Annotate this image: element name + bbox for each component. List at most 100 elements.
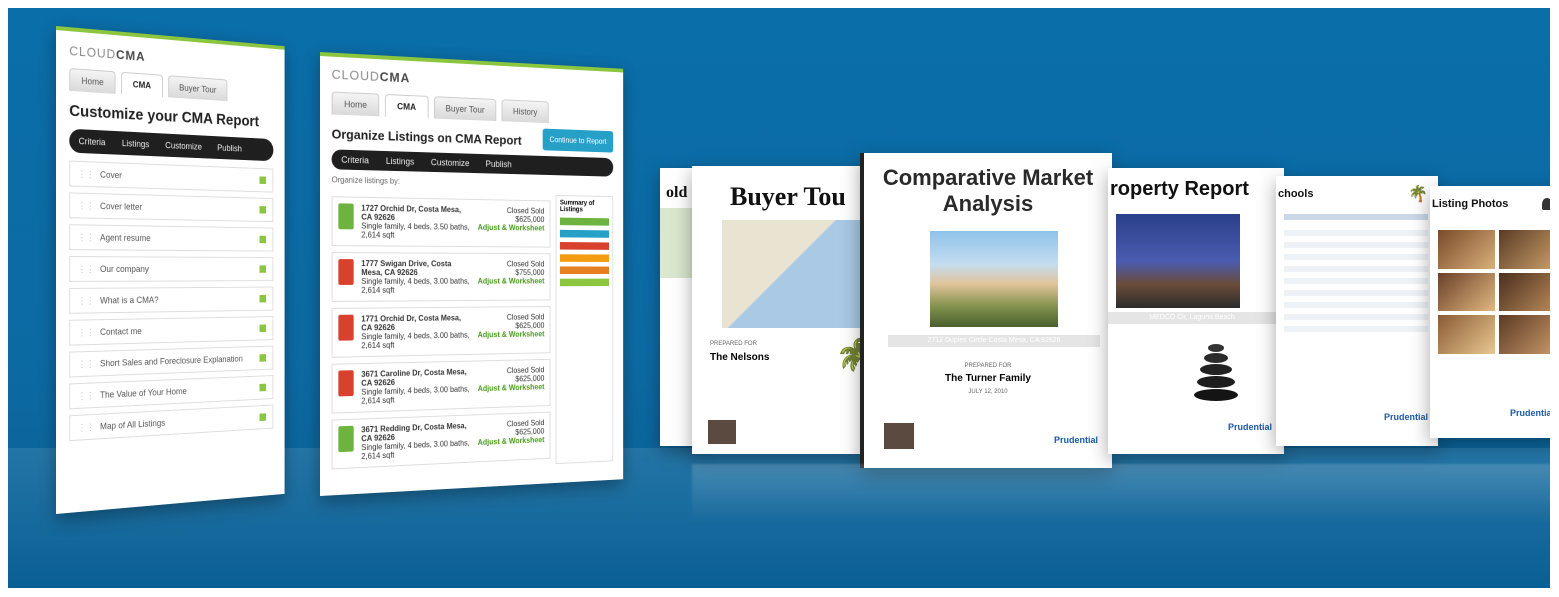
section-label: The Value of Your Home	[99, 385, 187, 400]
avatar	[708, 420, 736, 444]
edit-icon[interactable]	[259, 294, 267, 303]
prepared-for-label: PREPARED FOR	[710, 341, 757, 347]
adjust-link[interactable]: Adjust & Worksheet	[478, 223, 545, 232]
listing-price: $755,000	[515, 268, 545, 277]
step-listings[interactable]: Listings	[122, 138, 149, 149]
edit-icon[interactable]	[259, 324, 267, 333]
page-title: Customize your CMA Report	[69, 102, 259, 131]
section-row[interactable]: ⋮⋮ Map of All Listings	[69, 404, 274, 442]
listing-photo	[1499, 230, 1550, 269]
listing-address: 1777 Swigan Drive, Costa Mesa, CA 92626	[361, 259, 452, 277]
section-list: ⋮⋮ Cover ⋮⋮ Cover letter ⋮⋮ Agent resume ⋮⋮…	[69, 160, 274, 442]
step-customize[interactable]: Customize	[431, 157, 470, 168]
listing-detail: Single family, 4 beds, 3.00 baths, 2,614…	[361, 276, 470, 295]
adjust-link[interactable]: Adjust & Worksheet	[478, 330, 545, 340]
section-row[interactable]: ⋮⋮ Contact me	[69, 316, 274, 346]
listing-detail: Single family, 4 beds, 3.00 baths, 2,614…	[361, 384, 470, 406]
stacked-stones-image	[1194, 344, 1240, 402]
edit-icon[interactable]	[259, 265, 267, 273]
section-row[interactable]: ⋮⋮ Cover letter	[69, 192, 274, 223]
section-label: What is a CMA?	[99, 294, 159, 305]
property-address: MEDCO Cir, Laguna Beach	[1108, 312, 1276, 324]
cloudcma-logo: CLOUDCMA	[331, 66, 411, 86]
summary-bar	[559, 229, 610, 238]
edit-icon[interactable]	[259, 176, 267, 185]
step-publish[interactable]: Publish	[486, 159, 512, 169]
tab-history[interactable]: History	[501, 99, 549, 124]
step-listings[interactable]: Listings	[386, 156, 414, 167]
listing-detail: Single family, 4 beds, 3.00 baths, 2,614…	[361, 438, 470, 462]
summary-panel: Summary of Listings	[555, 194, 614, 465]
listing-row[interactable]: 3671 Caroline Dr, Costa Mesa, CA 92626 Si…	[331, 358, 551, 414]
edit-icon[interactable]	[259, 354, 267, 362]
continue-button[interactable]: Continue to Report	[542, 128, 614, 153]
listing-photos-page: Listing Photos Prudential	[1430, 186, 1550, 438]
adjust-link[interactable]: Adjust & Worksheet	[478, 383, 545, 394]
listing-photo	[1438, 230, 1495, 269]
listing-row[interactable]: 1777 Swigan Drive, Costa Mesa, CA 92626 S…	[331, 252, 551, 302]
tab-home[interactable]: Home	[331, 91, 380, 117]
buyer-tour-page: Buyer Tou PREPARED FOR The Nelsons 🌴	[692, 166, 864, 454]
step-customize[interactable]: Customize	[165, 140, 202, 151]
edit-icon[interactable]	[259, 413, 267, 422]
company-logo: Prudential	[1510, 408, 1550, 418]
schools-page: chools 🌴 Prudential	[1276, 176, 1438, 446]
section-row[interactable]: ⋮⋮ What is a CMA?	[69, 286, 274, 314]
drag-handle-icon[interactable]: ⋮⋮	[78, 295, 95, 305]
customize-report-screen: CLOUDCMA Home CMA Buyer Tour Customize y…	[56, 26, 285, 514]
step-criteria[interactable]: Criteria	[341, 155, 369, 166]
edit-icon[interactable]	[259, 235, 267, 244]
company-logo: Prudential	[1228, 422, 1273, 432]
user-icon	[1542, 198, 1550, 210]
section-label: Short Sales and Foreclosure Explanation	[99, 353, 243, 368]
drag-handle-icon[interactable]: ⋮⋮	[78, 200, 95, 210]
organize-label: Organize listings by:	[331, 175, 400, 186]
section-row[interactable]: ⋮⋮ Agent resume	[69, 224, 274, 252]
section-row[interactable]: ⋮⋮ Short Sales and Foreclosure Explanatio…	[69, 345, 274, 378]
client-name: The Nelsons	[710, 352, 770, 363]
drag-handle-icon[interactable]: ⋮⋮	[78, 358, 95, 368]
step-criteria[interactable]: Criteria	[79, 136, 106, 147]
adjust-link[interactable]: Adjust & Worksheet	[478, 277, 545, 286]
status-badge	[338, 370, 354, 397]
status-badge	[338, 203, 354, 230]
drag-handle-icon[interactable]: ⋮⋮	[78, 421, 95, 432]
drag-handle-icon[interactable]: ⋮⋮	[78, 264, 95, 274]
tab-home[interactable]: Home	[69, 67, 116, 94]
listing-detail: Single family, 4 beds, 3.00 baths, 2,614…	[361, 330, 470, 351]
section-row[interactable]: ⋮⋮ Cover	[69, 160, 274, 193]
summary-bar	[559, 266, 610, 274]
schools-table	[1284, 224, 1428, 334]
edit-icon[interactable]	[259, 206, 267, 214]
section-row[interactable]: ⋮⋮ Our company	[69, 256, 274, 282]
drag-handle-icon[interactable]: ⋮⋮	[78, 327, 95, 337]
drag-handle-icon[interactable]: ⋮⋮	[78, 232, 95, 242]
listing-row[interactable]: 1771 Orchid Dr, Costa Mesa, CA 92626 Sing…	[331, 306, 551, 358]
adjust-link[interactable]: Adjust & Worksheet	[478, 435, 545, 446]
drag-handle-icon[interactable]: ⋮⋮	[78, 168, 95, 178]
cloudcma-logo: CLOUDCMA	[69, 43, 146, 64]
main-tabs: Home CMA Buyer Tour	[69, 67, 273, 104]
summary-bar	[559, 217, 610, 226]
page-title: Organize Listings on CMA Report	[331, 126, 522, 148]
listing-row[interactable]: 3671 Redding Dr, Costa Mesa, CA 92626 Sin…	[331, 411, 551, 470]
listing-photo	[1499, 272, 1550, 312]
listing-row[interactable]: 1727 Orchid Dr, Costa Mesa, CA 92626 Sing…	[331, 196, 551, 248]
tab-cma[interactable]: CMA	[121, 71, 163, 97]
wizard-steps: Criteria Listings Customize Publish	[69, 128, 274, 162]
listing-list: 1727 Orchid Dr, Costa Mesa, CA 92626 Sing…	[331, 190, 551, 475]
listing-photo	[1438, 315, 1495, 354]
page-title: roperty Report	[1110, 178, 1249, 200]
section-row[interactable]: ⋮⋮ The Value of Your Home	[69, 375, 274, 410]
listing-detail: Single family, 4 beds, 3.50 baths, 2,614…	[361, 221, 470, 240]
step-publish[interactable]: Publish	[217, 143, 242, 154]
page-title: Listing Photos	[1432, 198, 1509, 210]
summary-bar	[559, 242, 610, 250]
tab-cma[interactable]: CMA	[384, 93, 429, 119]
tab-buyer-tour[interactable]: Buyer Tour	[167, 75, 228, 102]
drag-handle-icon[interactable]: ⋮⋮	[78, 390, 95, 401]
edit-icon[interactable]	[259, 383, 267, 392]
listing-address: 1771 Orchid Dr, Costa Mesa, CA 92626	[361, 313, 461, 333]
listing-address: 1727 Orchid Dr, Costa Mesa, CA 92626	[361, 203, 461, 222]
tab-buyer-tour[interactable]: Buyer Tour	[433, 96, 497, 122]
